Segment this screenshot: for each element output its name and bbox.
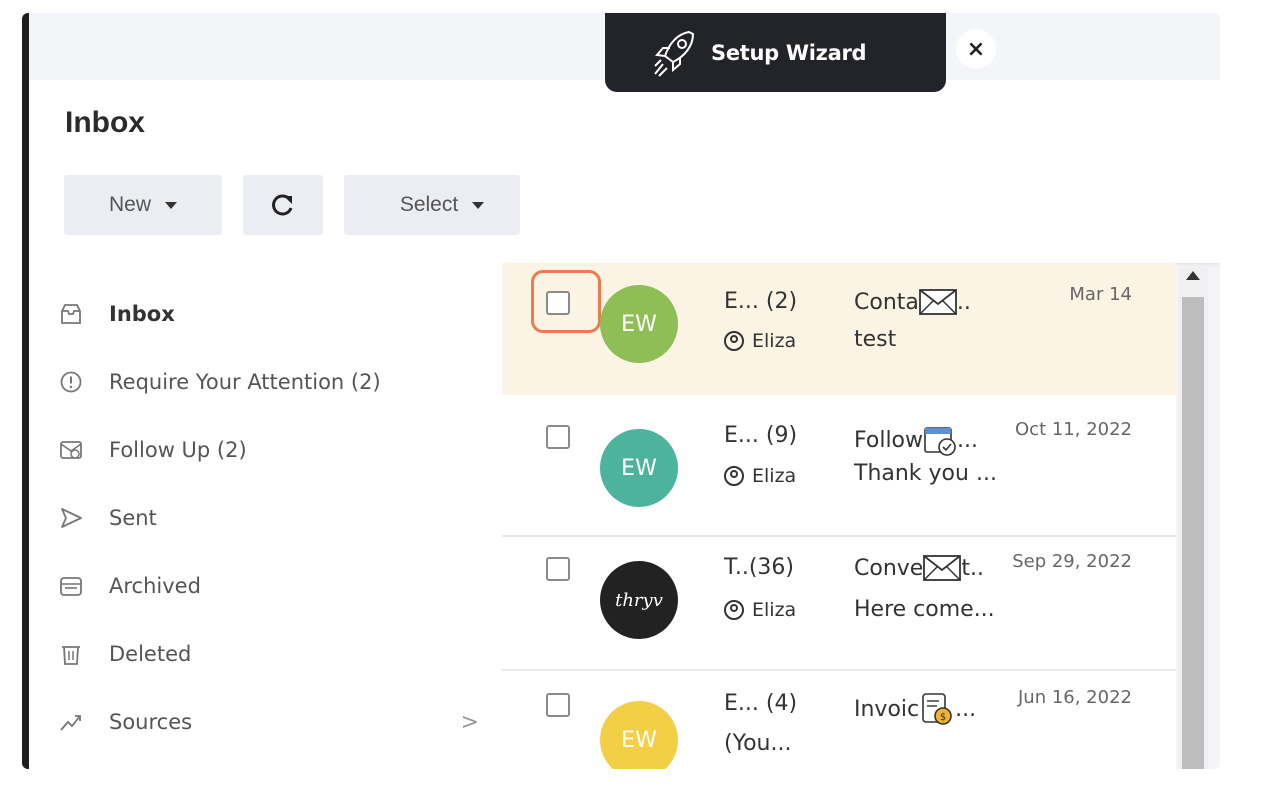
close-button[interactable]: × xyxy=(956,29,996,69)
new-button-label: New xyxy=(108,193,151,216)
message-subject: Conta .. xyxy=(854,289,971,315)
message-subject: Follow ... xyxy=(854,423,978,457)
trash-icon xyxy=(59,642,83,666)
message-checkbox[interactable] xyxy=(546,557,570,581)
sidebar-item-label: Sources xyxy=(109,710,193,734)
message-checkbox[interactable] xyxy=(546,693,570,717)
subject-tail: ... xyxy=(957,427,978,453)
owner-name: Eliza xyxy=(752,330,797,352)
avatar-initials: EW xyxy=(621,311,657,337)
message-date: Jun 16, 2022 xyxy=(1017,687,1132,708)
refresh-button[interactable] xyxy=(243,175,323,235)
sidebar-item-sent[interactable]: Sent xyxy=(59,498,157,538)
message-sender: T..(36) xyxy=(724,555,794,580)
message-row[interactable]: EW E... (9) Eliza Follow ... Thank you .… xyxy=(502,403,1176,537)
inbox-tray-icon xyxy=(59,302,83,326)
owner-name: (You... xyxy=(724,731,792,756)
subject-text: Conve xyxy=(854,555,924,581)
owner-name: Eliza xyxy=(752,465,797,487)
avatar: thryv xyxy=(600,561,678,639)
svg-text:$: $ xyxy=(940,712,946,723)
subject-tail: .. xyxy=(956,289,971,315)
select-button[interactable]: Select xyxy=(344,175,520,235)
message-preview: Thank you ... xyxy=(854,461,997,486)
avatar: EW xyxy=(600,701,678,769)
sidebar-item-label: Inbox xyxy=(109,302,175,326)
send-icon xyxy=(59,506,83,530)
message-sender: E... (9) xyxy=(724,423,798,448)
subject-text: Invoic xyxy=(854,696,920,722)
chevron-right-icon: > xyxy=(460,709,479,735)
sidebar-item-deleted[interactable]: Deleted xyxy=(59,634,191,674)
message-checkbox[interactable] xyxy=(546,291,570,315)
avatar-logo: thryv xyxy=(615,589,663,611)
owner-name: Eliza xyxy=(752,599,797,621)
caret-down-icon xyxy=(165,201,177,209)
calendar-check-icon xyxy=(924,427,956,456)
envelope-icon xyxy=(918,289,957,315)
message-date: Oct 11, 2022 xyxy=(1015,419,1132,440)
folder-sidebar: Inbox Require Your Attention (2) Follow … xyxy=(29,263,502,769)
message-sender: E... (4) xyxy=(724,691,798,716)
subject-tail: t.. xyxy=(961,555,984,581)
new-button[interactable]: New xyxy=(64,175,222,235)
app-window: Inbox New Select Inbox Require Your Atte… xyxy=(22,13,1220,769)
page-title: Inbox xyxy=(65,106,145,139)
select-button-label: Select xyxy=(399,193,459,216)
rocket-icon xyxy=(654,30,695,77)
setup-wizard-button[interactable]: Setup Wizard xyxy=(605,13,946,92)
scroll-thumb[interactable] xyxy=(1182,297,1204,769)
sidebar-item-label: Sent xyxy=(109,506,157,530)
list-scrollbar[interactable] xyxy=(1178,265,1208,769)
message-owner: (You... xyxy=(724,731,791,756)
user-icon xyxy=(724,331,744,351)
subject-text: Follow xyxy=(854,427,924,453)
message-subject: Conve t.. xyxy=(854,555,984,581)
sidebar-item-inbox[interactable]: Inbox xyxy=(59,294,175,334)
sidebar-item-label: Deleted xyxy=(109,642,192,666)
message-owner: Eliza xyxy=(724,330,796,352)
message-sender: E... (2) xyxy=(724,289,798,314)
sidebar-item-label: Follow Up (2) xyxy=(109,438,247,462)
trend-line-icon xyxy=(59,710,83,734)
message-owner: Eliza xyxy=(724,599,796,621)
message-row[interactable]: EW E... (2) Eliza Conta .. test Mar 14 xyxy=(502,263,1176,395)
sidebar-item-sources[interactable]: Sources > xyxy=(59,702,479,742)
message-date: Sep 29, 2022 xyxy=(1012,551,1132,572)
sidebar-item-label: Require Your Attention (2) xyxy=(109,370,381,394)
message-preview: Here come... xyxy=(854,597,995,622)
user-icon xyxy=(724,600,744,620)
avatar-initials: EW xyxy=(621,455,657,481)
close-icon: × xyxy=(966,36,986,62)
left-edge-bar xyxy=(22,13,29,769)
subject-tail: ... xyxy=(955,696,977,722)
inbox-header: Inbox New Select xyxy=(29,80,1220,263)
message-subject: Invoic $ ... xyxy=(854,691,976,727)
envelope-icon xyxy=(923,555,962,581)
message-date: Mar 14 xyxy=(1069,284,1132,305)
message-preview: test xyxy=(854,327,897,352)
avatar: EW xyxy=(600,285,678,363)
caret-down-icon xyxy=(472,201,485,209)
sidebar-item-follow-up[interactable]: Follow Up (2) xyxy=(59,430,247,470)
avatar: EW xyxy=(600,429,678,507)
message-row[interactable]: thryv T..(36) Eliza Conve t.. Here come.… xyxy=(502,537,1176,671)
alert-circle-icon xyxy=(59,370,83,394)
message-list: EW E... (2) Eliza Conta .. test Mar 14 E… xyxy=(502,263,1176,769)
message-checkbox[interactable] xyxy=(546,425,570,449)
message-row[interactable]: EW E... (4) (You... Invoic $ ... Jun 16,… xyxy=(502,673,1176,769)
sidebar-item-archived[interactable]: Archived xyxy=(59,566,201,606)
archive-box-icon xyxy=(59,574,83,598)
follow-up-envelope-icon xyxy=(59,438,83,462)
sidebar-item-require-attention[interactable]: Require Your Attention (2) xyxy=(59,362,381,402)
avatar-initials: EW xyxy=(621,727,657,753)
refresh-icon xyxy=(272,194,293,216)
subject-text: Conta xyxy=(854,289,919,315)
user-icon xyxy=(724,466,744,486)
sidebar-item-label: Archived xyxy=(109,574,201,598)
invoice-icon: $ xyxy=(922,693,952,725)
setup-wizard-label: Setup Wizard xyxy=(711,40,867,65)
scroll-up-arrow-icon[interactable] xyxy=(1186,271,1200,280)
message-owner: Eliza xyxy=(724,465,796,487)
